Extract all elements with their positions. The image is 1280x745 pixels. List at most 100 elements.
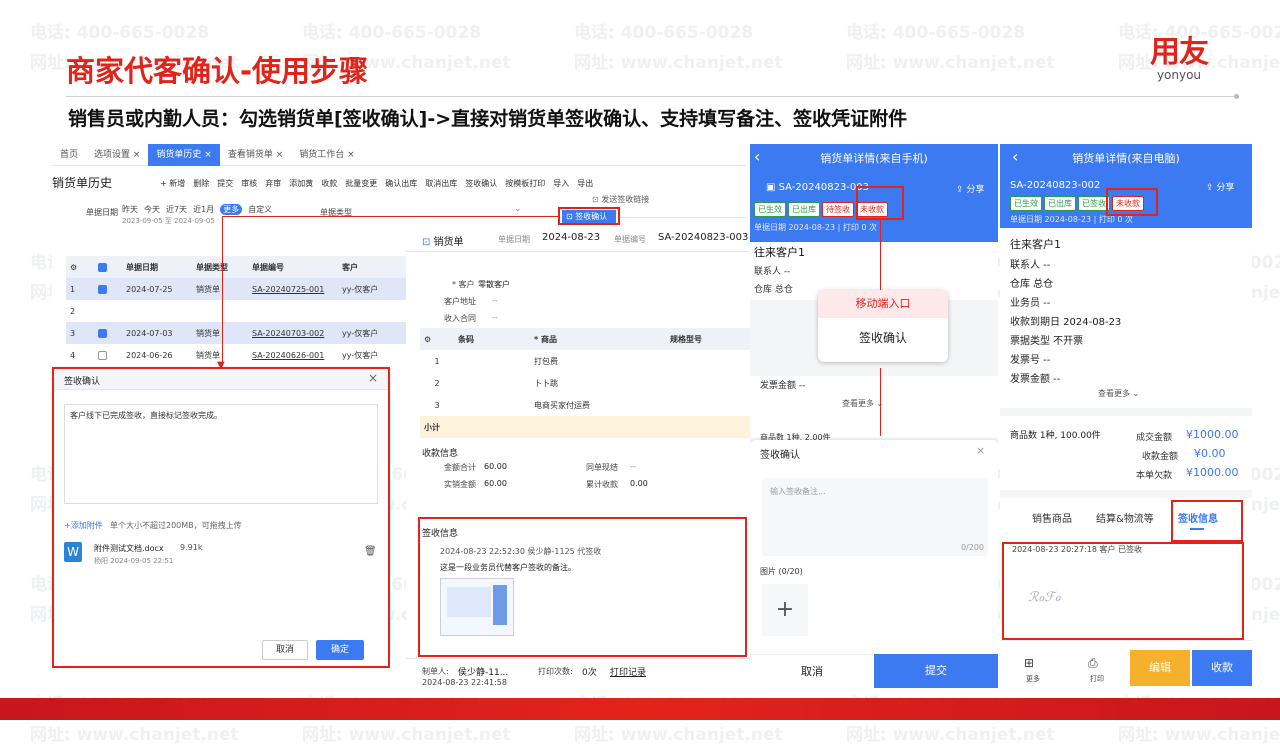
table-row[interactable]: 3 电商买家付运费	[420, 394, 750, 416]
doc-icon: ⊡	[422, 237, 434, 248]
row-order-no[interactable]	[248, 300, 338, 322]
quick-today[interactable]: 今天	[144, 204, 160, 215]
connector-horizontal	[222, 216, 558, 217]
phone1-share-label: 分享	[966, 185, 985, 195]
history-col-1[interactable]	[94, 256, 122, 278]
quick-1m[interactable]: 近1月	[193, 204, 214, 215]
mobile-phone-panel: ‹ 销货单详情(来自手机) ▣ SA-20240823-003 ⇪ 分享 已生效…	[750, 144, 998, 688]
detail-no: SA-20240823-003	[658, 232, 749, 243]
row-checkbox-cell[interactable]	[94, 322, 122, 344]
signed-tag-highlight	[1106, 188, 1158, 216]
item-number: 2	[434, 378, 440, 388]
phone1-char-count: 0/200	[960, 543, 984, 552]
col-barcode: 条码	[454, 328, 530, 350]
row-checkbox-cell[interactable]	[94, 278, 122, 300]
watermark-phone: 电话: 400-665-0028	[574, 23, 754, 43]
row-date	[122, 300, 192, 322]
detail-date: 2024-08-23	[542, 232, 601, 243]
row-checkbox[interactable]	[98, 284, 107, 294]
tab-goods[interactable]: 销售商品	[1032, 510, 1072, 525]
total-value: 60.00	[484, 462, 507, 471]
toolbar-item-6[interactable]: 收款	[321, 178, 337, 189]
toolbar-item-11[interactable]: 按模板打印	[505, 178, 545, 189]
quick-7d[interactable]: 近7天	[166, 204, 187, 215]
phone1-doc-icon: ▣	[766, 182, 779, 193]
toolbar-item-5[interactable]: 添加黄	[289, 178, 313, 189]
collect-button[interactable]: 收款	[1192, 650, 1252, 686]
table-row[interactable]: 4 2024-06-26 销货单 SA-20240626-001 yy-仅客户	[66, 344, 406, 366]
row-checkbox[interactable]	[98, 350, 107, 360]
toolbar-item-12[interactable]: 导入	[553, 178, 569, 189]
type-dropdown-chevron-icon[interactable]: ⌄	[514, 204, 522, 214]
phone1-customer: 往来客户1	[754, 246, 805, 259]
row-checkbox[interactable]	[98, 328, 107, 338]
tab-view[interactable]: 查看销货单 ×	[220, 144, 291, 166]
watermark-site: 网址: www.chanjet.net	[846, 725, 1055, 745]
phone1-cancel-button[interactable]: 取消	[750, 654, 874, 688]
table-row[interactable]: 2	[66, 300, 406, 322]
phone1-add-image-button[interactable]: +	[762, 584, 808, 636]
phone2-more-button[interactable]: 查看更多 ⌄	[1098, 388, 1139, 399]
edit-button[interactable]: 编辑	[1130, 650, 1190, 686]
phone2-field-1: 联系人 --	[1010, 260, 1051, 271]
date-filter-label: 单据日期	[86, 208, 118, 217]
quick-yesterday[interactable]: 昨天	[122, 204, 138, 215]
tab-home[interactable]: 首页	[52, 144, 86, 166]
table-row[interactable]: 3 2024-07-03 销货单 SA-20240703-002 yy-仅客户	[66, 322, 406, 344]
toolbar-item-4[interactable]: 弃审	[265, 178, 281, 189]
actual-value: 60.00	[484, 479, 507, 488]
row-checkbox-cell[interactable]	[94, 300, 122, 322]
table-row[interactable]: 1 打包费	[420, 350, 750, 372]
tab-workbench[interactable]: 销货工作台 ×	[291, 144, 362, 166]
row-order-no[interactable]: SA-20240725-001	[248, 278, 338, 300]
mobile-sign-confirm-button[interactable]: 签收确认	[818, 318, 948, 358]
detail-tab[interactable]: ⊡ 销货单	[422, 233, 464, 248]
contract-label: 收入合同	[444, 314, 476, 323]
tab-history[interactable]: 销货单历史 ×	[148, 144, 220, 166]
print-button-label: 打印	[1090, 675, 1104, 683]
toolbar-item-3[interactable]: 审核	[241, 178, 257, 189]
select-all-checkbox[interactable]	[98, 262, 107, 272]
toolbar-item-8[interactable]: 确认出库	[385, 178, 417, 189]
table-row[interactable]: 1 2024-07-25 销货单 SA-20240725-001 yy-仅客户	[66, 278, 406, 300]
phone2-share-button[interactable]: ⇪ 分享	[1206, 180, 1234, 193]
tab-settlement[interactable]: 结算&物流等	[1096, 510, 1154, 525]
phone1-sheet-close-icon[interactable]: ×	[976, 444, 985, 457]
mobile-entry-callout: 移动端入口 签收确认	[818, 290, 948, 362]
toolbar-item-2[interactable]: 提交	[217, 178, 233, 189]
quick-more[interactable]: 更多	[220, 204, 243, 215]
customer-value[interactable]: 零散客户	[478, 279, 510, 290]
table-row[interactable]: 2 卜卜跳	[420, 372, 750, 394]
toolbar-item-13[interactable]: 导出	[577, 178, 593, 189]
row-order-no[interactable]: SA-20240626-001	[248, 344, 338, 366]
phone1-more-button[interactable]: 查看更多 ⌄	[842, 398, 883, 409]
history-settings-icon[interactable]: ⚙	[66, 256, 94, 278]
dialog-highlight	[52, 367, 390, 668]
toolbar-item-9[interactable]: 取消出库	[425, 178, 457, 189]
row-customer	[338, 300, 406, 322]
phone1-submit-button[interactable]: 提交	[874, 654, 998, 688]
print-icon[interactable]: ⎙	[1088, 656, 1098, 671]
phone1-title: 销货单详情(来自手机)	[820, 152, 928, 165]
col-settings-icon[interactable]: ⚙	[420, 328, 454, 350]
phone1-share-button[interactable]: ⇪ 分享	[956, 182, 984, 195]
sign-button-highlight	[558, 207, 620, 225]
send-link-label: 发送签收链接	[601, 195, 650, 204]
toolbar-item-0[interactable]: + 新增	[160, 178, 185, 189]
quick-custom[interactable]: 自定义	[248, 204, 272, 215]
toolbar-item-1[interactable]: 删除	[193, 178, 209, 189]
print-value: 0次	[582, 668, 597, 678]
row-checkbox-cell[interactable]	[94, 344, 122, 366]
send-link-button[interactable]: ⊡ 发送签收链接	[592, 194, 649, 205]
phone1-remark-input[interactable]: 输入签收备注... 0/200	[762, 478, 988, 556]
more-grid-icon[interactable]: ⊞	[1024, 656, 1034, 670]
tab-options[interactable]: 选项设置 ×	[86, 144, 148, 166]
print-record-link[interactable]: 打印记录	[610, 665, 646, 678]
row-order-no[interactable]: SA-20240703-002	[248, 322, 338, 344]
toolbar-item-10[interactable]: 签收确认	[465, 178, 497, 189]
phone1-more-label: 查看更多	[842, 399, 874, 408]
logo-en: yonyou	[1156, 68, 1202, 82]
toolbar-item-7[interactable]: 批量变更	[345, 178, 377, 189]
phone2-field-7: 发票金额 --	[1010, 374, 1061, 385]
tag-shipped: 已出库	[1044, 196, 1076, 211]
